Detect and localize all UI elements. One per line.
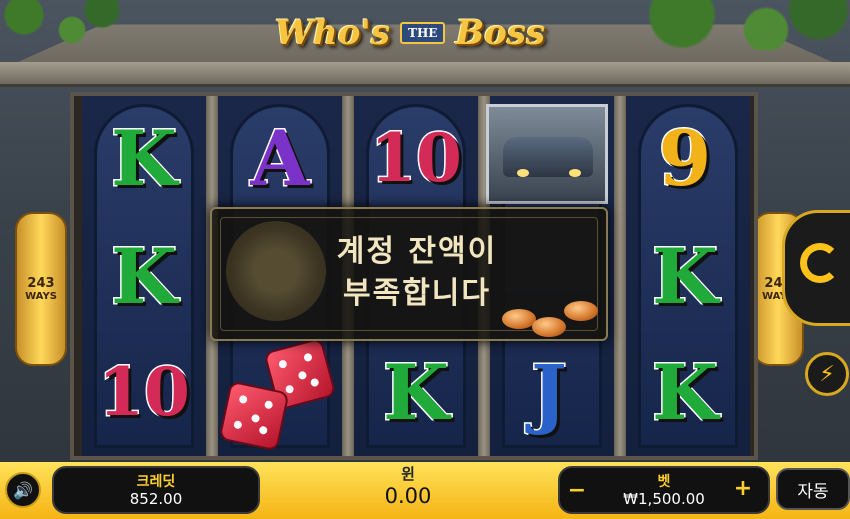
win-label: 윈 (401, 465, 415, 483)
car-symbol (486, 104, 608, 204)
coin-icon (532, 317, 566, 337)
symbol-9: 9 (657, 112, 713, 204)
symbol-j: J (530, 346, 569, 438)
symbol-10: 10 (369, 118, 464, 199)
ways-count-left: 243 (27, 276, 55, 291)
auto-spin-button[interactable]: 자동 (776, 468, 850, 510)
dice-symbol (218, 380, 290, 452)
credit-panel: 크레딧 852.00 (52, 466, 260, 514)
symbol-a: A (249, 112, 311, 204)
coin-icon (502, 309, 536, 329)
vine-decoration-right (640, 0, 850, 50)
symbol-k: K (650, 346, 719, 438)
volume-icon: 🔊 (13, 480, 33, 500)
turbo-button[interactable]: ⚡ (805, 352, 849, 396)
spin-icon (800, 243, 840, 283)
reel-divider (614, 96, 626, 456)
spin-button[interactable] (782, 210, 850, 326)
logo-word-middle: THE (400, 22, 446, 44)
symbol-k: K (109, 112, 178, 204)
logo-word-left: Who's (274, 13, 391, 53)
credit-value: 852.00 (129, 490, 183, 508)
insufficient-balance-popup: 계정 잔액이 부족합니다 (210, 207, 608, 341)
lightning-icon: ⚡ (819, 361, 835, 387)
popup-line-1: 계정 잔액이 (336, 234, 498, 269)
game-logo: Who's THE Boss (275, 2, 545, 64)
symbol-k: K (109, 230, 178, 322)
symbol-10: 10 (97, 352, 192, 433)
volume-button[interactable]: 🔊 (5, 472, 41, 508)
logo-word-right: Boss (455, 13, 546, 53)
vine-decoration-left (0, 0, 120, 50)
cornice (0, 62, 850, 87)
credit-label: 크레딧 (136, 474, 176, 490)
win-value: 0.00 (384, 484, 432, 508)
popup-line-2: 부족합니다 (343, 276, 491, 311)
symbol-k: K (650, 230, 719, 322)
ways-label-left: WAYS (25, 291, 57, 302)
coin-icon (564, 301, 598, 321)
popup-message: 계정 잔액이 부족합니다 (302, 231, 532, 315)
ways-badge-left: 243 WAYS (15, 212, 67, 366)
bet-increase-button[interactable]: + (728, 476, 758, 501)
symbol-k: K (381, 346, 450, 438)
bet-panel: − 벳 ₩1,500.00 + (558, 466, 770, 514)
